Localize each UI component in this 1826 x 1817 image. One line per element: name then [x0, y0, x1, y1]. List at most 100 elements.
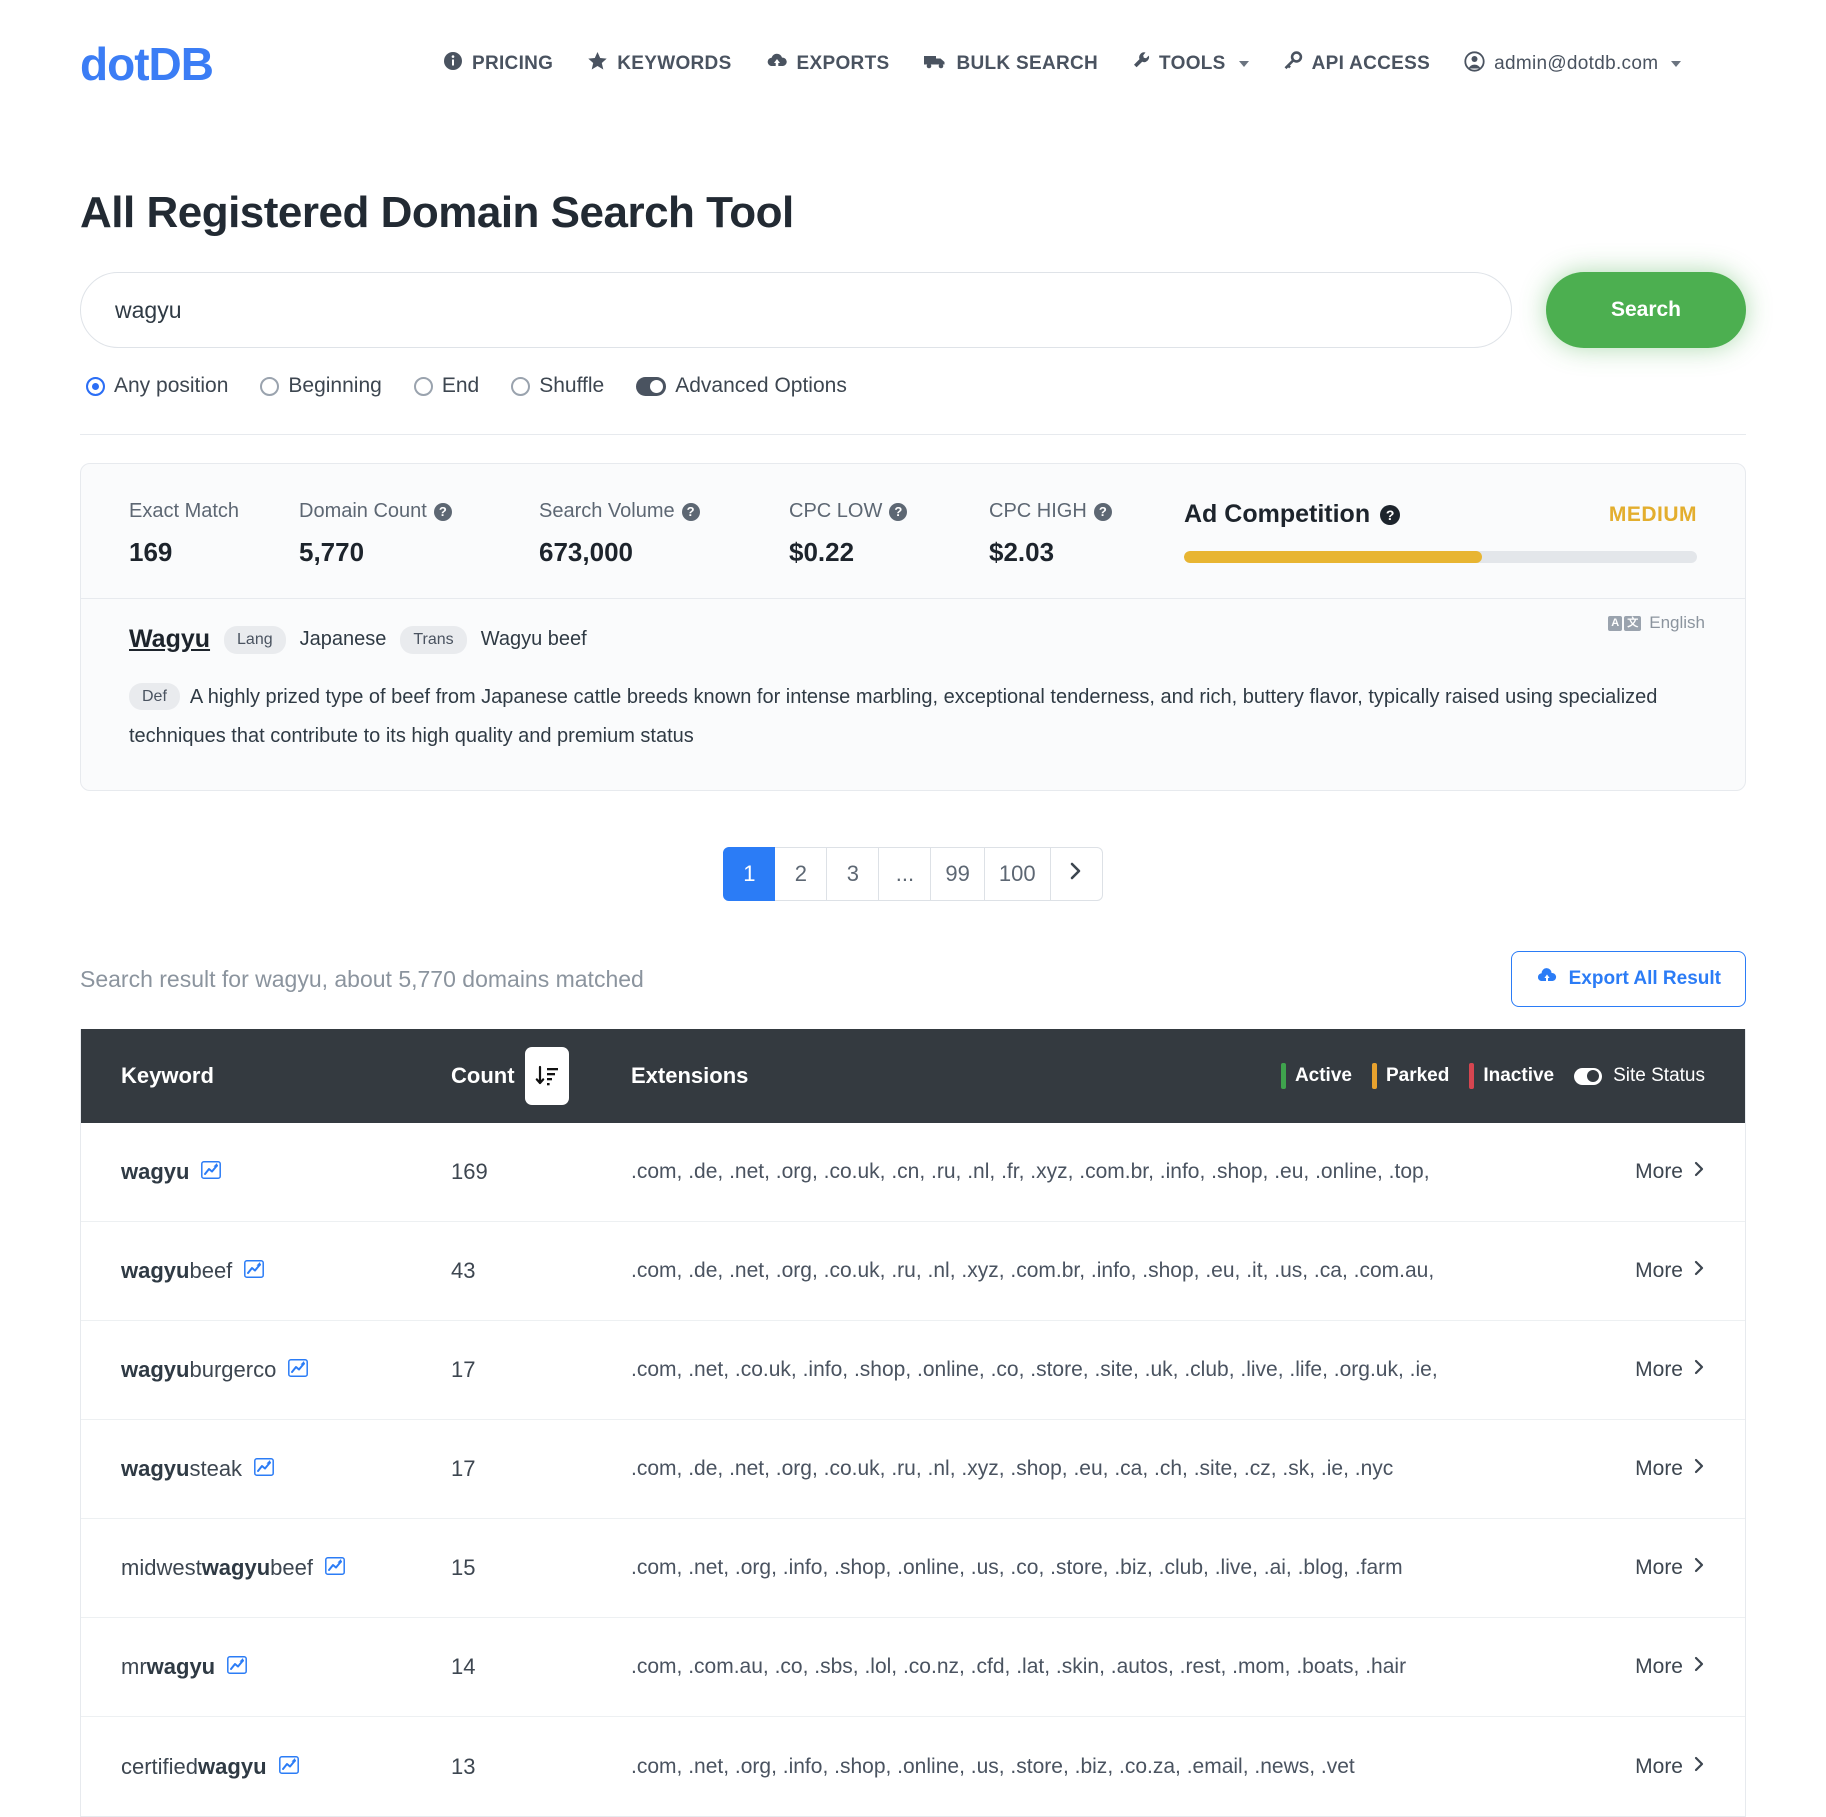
extension-link[interactable]: .top [1388, 1160, 1424, 1184]
extension-link[interactable]: .shop [1010, 1457, 1062, 1481]
extension-link[interactable]: .ie [1320, 1457, 1344, 1481]
radio-beginning[interactable]: Beginning [260, 374, 382, 398]
extension-link[interactable]: .shop [834, 1754, 886, 1779]
definition-word[interactable]: Wagyu [129, 625, 210, 654]
extension-link[interactable]: .ch [1154, 1457, 1183, 1481]
extension-link[interactable]: .uk [1144, 1358, 1173, 1382]
extension-link[interactable]: .skin [1055, 1655, 1100, 1679]
extension-link[interactable]: .com.br [1010, 1259, 1080, 1283]
extension-link[interactable]: .sbs [814, 1655, 853, 1679]
extension-link[interactable]: .de [688, 1160, 718, 1184]
extension-link[interactable]: .lol [864, 1655, 892, 1679]
extension-link[interactable]: .eu [1073, 1457, 1103, 1481]
more-button[interactable]: More [1555, 1160, 1705, 1184]
more-button[interactable]: More [1555, 1556, 1705, 1580]
keyword-trend-icon[interactable] [325, 1555, 345, 1581]
extension-link[interactable]: .nl [927, 1457, 950, 1481]
extension-link[interactable]: .online [917, 1358, 979, 1382]
extension-link[interactable]: .net [729, 1457, 765, 1481]
extension-link[interactable]: .ru [891, 1457, 916, 1481]
extension-link[interactable]: .lat [1016, 1655, 1045, 1679]
extension-link[interactable]: .ca [1313, 1259, 1342, 1283]
extension-link[interactable]: .org [775, 1457, 812, 1481]
extension-link[interactable]: .co [990, 1358, 1019, 1382]
extension-link[interactable]: .de [688, 1457, 718, 1481]
advanced-options-toggle[interactable]: Advanced Options [636, 374, 847, 398]
extension-link[interactable]: .us [970, 1754, 999, 1779]
page-button-100[interactable]: 100 [984, 847, 1051, 901]
extension-link[interactable]: .blog [1297, 1556, 1344, 1580]
extension-link[interactable]: .life [1289, 1358, 1323, 1382]
extension-link[interactable]: .org [775, 1160, 812, 1184]
extension-link[interactable]: .co [774, 1655, 803, 1679]
extension-link[interactable]: .co.uk [823, 1160, 880, 1184]
extension-link[interactable]: .ie [1409, 1358, 1432, 1382]
extension-link[interactable]: .shop [834, 1556, 886, 1580]
radio-end[interactable]: End [413, 374, 479, 398]
extension-link[interactable]: .sk [1282, 1457, 1310, 1481]
extension-link[interactable]: .site [1193, 1457, 1233, 1481]
extension-link[interactable]: .net [729, 1160, 765, 1184]
extension-link[interactable]: .nyc [1354, 1457, 1394, 1481]
help-icon[interactable]: ? [1380, 504, 1401, 525]
extension-link[interactable]: .ru [931, 1160, 956, 1184]
page-button-3[interactable]: 3 [827, 847, 880, 901]
extension-link[interactable]: .club [1184, 1358, 1229, 1382]
extension-link[interactable]: .co.nz [902, 1655, 959, 1679]
more-button[interactable]: More [1555, 1755, 1705, 1779]
extension-link[interactable]: .co.uk [823, 1457, 880, 1481]
extension-link[interactable]: .co.za [1118, 1754, 1176, 1779]
nav-item-api-access[interactable]: API ACCESS [1283, 51, 1430, 77]
extension-link[interactable]: .boats [1296, 1655, 1354, 1679]
extension-link[interactable]: .store [1030, 1358, 1083, 1382]
extension-link[interactable]: .xyz [961, 1259, 999, 1283]
extension-link[interactable]: .eu [1205, 1259, 1235, 1283]
nav-item-keywords[interactable]: KEYWORDS [587, 51, 731, 77]
extension-link[interactable]: .com [631, 1358, 677, 1382]
extension-link[interactable]: .info [782, 1754, 823, 1779]
extension-link[interactable]: .ru [891, 1259, 916, 1283]
site-status-toggle[interactable]: Site Status [1574, 1065, 1705, 1087]
extension-link[interactable]: .eu [1274, 1160, 1304, 1184]
search-input[interactable]: wagyu [80, 272, 1512, 348]
extension-link[interactable]: .info [782, 1556, 823, 1580]
extension-link[interactable]: .co.uk [734, 1358, 791, 1382]
extension-link[interactable]: .us [1274, 1259, 1303, 1283]
extension-link[interactable]: .shop [1142, 1259, 1194, 1283]
brand-logo[interactable]: dotDB [80, 41, 214, 87]
extension-link[interactable]: .de [688, 1259, 718, 1283]
keyword-trend-icon[interactable] [254, 1456, 275, 1482]
extension-link[interactable]: .com.au [1353, 1259, 1429, 1283]
extension-link[interactable]: .info [802, 1358, 843, 1382]
extension-link[interactable]: .ca [1114, 1457, 1143, 1481]
extension-link[interactable]: .co.uk [823, 1259, 880, 1283]
nav-item-exports[interactable]: EXPORTS [766, 51, 890, 77]
extension-link[interactable]: .online [897, 1556, 960, 1580]
extension-link[interactable]: .online [1315, 1160, 1377, 1184]
extension-link[interactable]: .com [631, 1754, 677, 1779]
radio-any-position[interactable]: Any position [86, 374, 228, 398]
extension-link[interactable]: .biz [1074, 1754, 1108, 1779]
help-icon[interactable]: ? [681, 502, 700, 521]
more-button[interactable]: More [1555, 1358, 1705, 1382]
extension-link[interactable]: .net [688, 1556, 724, 1580]
nav-item-bulk-search[interactable]: BULK SEARCH [923, 51, 1098, 77]
extension-link[interactable]: .org [734, 1556, 772, 1580]
extension-link[interactable]: .us [970, 1556, 999, 1580]
extension-link[interactable]: .store [1010, 1754, 1063, 1779]
extension-link[interactable]: .live [1214, 1556, 1253, 1580]
extension-link[interactable]: .ai [1263, 1556, 1286, 1580]
extension-link[interactable]: .shop [1211, 1160, 1263, 1184]
extension-link[interactable]: .rest [1179, 1655, 1221, 1679]
page-button-1[interactable]: 1 [723, 847, 776, 901]
next-page-button[interactable] [1050, 847, 1103, 901]
extension-link[interactable]: .com [631, 1160, 677, 1184]
page-button-99[interactable]: 99 [931, 847, 985, 901]
extension-link[interactable]: .live [1240, 1358, 1278, 1382]
extension-link[interactable]: .nl [927, 1259, 950, 1283]
extension-link[interactable]: .news [1254, 1754, 1310, 1779]
radio-shuffle[interactable]: Shuffle [511, 374, 604, 398]
extension-link[interactable]: .store [1050, 1556, 1103, 1580]
extension-link[interactable]: .shop [853, 1358, 906, 1382]
help-icon[interactable]: ? [1093, 502, 1112, 521]
